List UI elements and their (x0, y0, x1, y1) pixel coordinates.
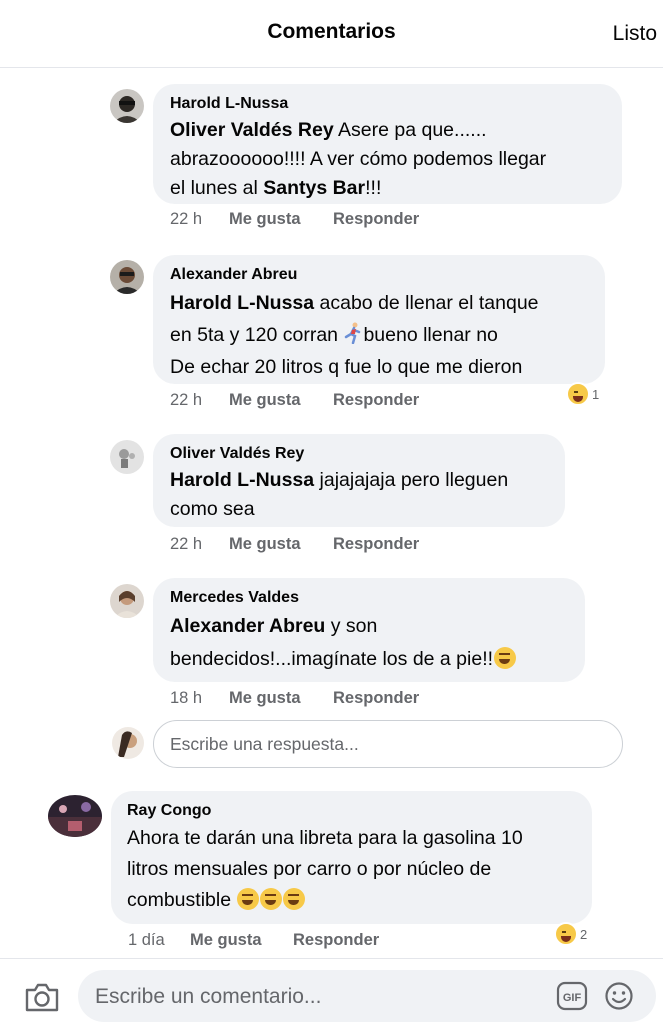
rolling-laugh-emoji-icon (237, 888, 260, 910)
comment-bubble: Ray Congo Ahora te darán una libreta par… (111, 791, 592, 924)
comment-time[interactable]: 22 h (170, 391, 229, 410)
comment-text: Harold L-Nussa jajajajaja pero lleguen c… (170, 469, 509, 520)
like-button[interactable]: Me gusta (229, 210, 333, 229)
page-title: Comentarios (267, 20, 396, 43)
reply-placeholder: Escribe una respuesta... (170, 734, 359, 754)
reaction-summary[interactable]: 2 (554, 922, 587, 946)
gif-icon[interactable]: GIF (556, 981, 588, 1011)
reply-button[interactable]: Responder (333, 210, 419, 229)
rolling-laugh-emoji-icon (260, 888, 283, 910)
comment-actions: 22 h Me gusta Responder (170, 391, 419, 410)
laughing-emoji-icon (566, 382, 590, 406)
comment-bubble: Oliver Valdés Rey Harold L-Nussa jajajaj… (153, 434, 565, 527)
reaction-count: 1 (592, 386, 600, 402)
comment-input[interactable]: Escribe un comentario... GIF (78, 970, 656, 1022)
comment-bubble: Alexander Abreu Harold L-Nussa acabo de … (153, 255, 605, 384)
mention-tag[interactable]: Alexander Abreu (170, 615, 325, 637)
mention-tag[interactable]: Harold L-Nussa (170, 292, 314, 314)
mention-tag[interactable]: Oliver Valdés Rey (170, 119, 334, 141)
mention-tag[interactable]: Harold L-Nussa (170, 469, 314, 491)
comment-time[interactable]: 1 día (128, 931, 190, 950)
smile-icon[interactable] (604, 981, 634, 1011)
avatar (112, 727, 144, 759)
like-button[interactable]: Me gusta (229, 689, 333, 708)
done-button[interactable]: Listo (613, 22, 657, 46)
rolling-laugh-emoji-icon (283, 888, 306, 910)
reply-button[interactable]: Responder (333, 535, 419, 554)
laughing-emoji-icon (554, 922, 578, 946)
runner-emoji-icon (345, 322, 361, 344)
thinking-emoji-icon (494, 647, 517, 669)
camera-icon[interactable] (24, 981, 60, 1013)
like-button[interactable]: Me gusta (229, 535, 333, 554)
comment-bubble: Harold L-Nussa Oliver Valdés Rey Asere p… (153, 84, 622, 204)
comment-text: Alexander Abreu y son bendecidos!...imag… (170, 610, 567, 676)
comment-placeholder: Escribe un comentario... (95, 985, 322, 1008)
comment-actions: 1 día Me gusta Responder (128, 931, 379, 950)
comment-author[interactable]: Harold L-Nussa (170, 94, 604, 114)
comment-time[interactable]: 22 h (170, 210, 229, 229)
avatar[interactable] (110, 260, 144, 294)
like-button[interactable]: Me gusta (229, 391, 333, 410)
comment-author[interactable]: Mercedes Valdes (170, 588, 567, 608)
comment-actions: 18 h Me gusta Responder (170, 689, 419, 708)
comment-author[interactable]: Alexander Abreu (170, 265, 587, 285)
comment-author[interactable]: Oliver Valdés Rey (170, 444, 547, 464)
header: Comentarios Listo (0, 0, 663, 68)
comment-time[interactable]: 22 h (170, 535, 229, 554)
comment-text: Ahora te darán una libreta para la gasol… (127, 827, 523, 911)
avatar[interactable] (110, 584, 144, 618)
reply-button[interactable]: Responder (333, 391, 419, 410)
reply-button[interactable]: Responder (333, 689, 419, 708)
reaction-summary[interactable]: 1 (566, 382, 599, 406)
comment-time[interactable]: 18 h (170, 689, 229, 708)
comment-actions: 22 h Me gusta Responder (170, 210, 419, 229)
comment-text: Oliver Valdés Rey Asere pa que...... abr… (170, 119, 547, 199)
reply-input[interactable]: Escribe una respuesta... (153, 720, 623, 768)
like-button[interactable]: Me gusta (190, 931, 293, 950)
svg-text:GIF: GIF (563, 992, 582, 1004)
avatar[interactable] (48, 795, 102, 837)
avatar[interactable] (110, 89, 144, 123)
comment-author[interactable]: Ray Congo (127, 801, 574, 821)
comment-composer: Escribe un comentario... GIF (0, 958, 663, 1024)
reply-button[interactable]: Responder (293, 931, 379, 950)
avatar[interactable] (110, 440, 144, 474)
reaction-count: 2 (580, 926, 588, 942)
comment-bubble: Mercedes Valdes Alexander Abreu y son be… (153, 578, 585, 682)
comment-actions: 22 h Me gusta Responder (170, 535, 419, 554)
comment-text: Harold L-Nussa acabo de llenar el tanque… (170, 292, 539, 378)
mention-tag[interactable]: Santys Bar (263, 177, 365, 199)
